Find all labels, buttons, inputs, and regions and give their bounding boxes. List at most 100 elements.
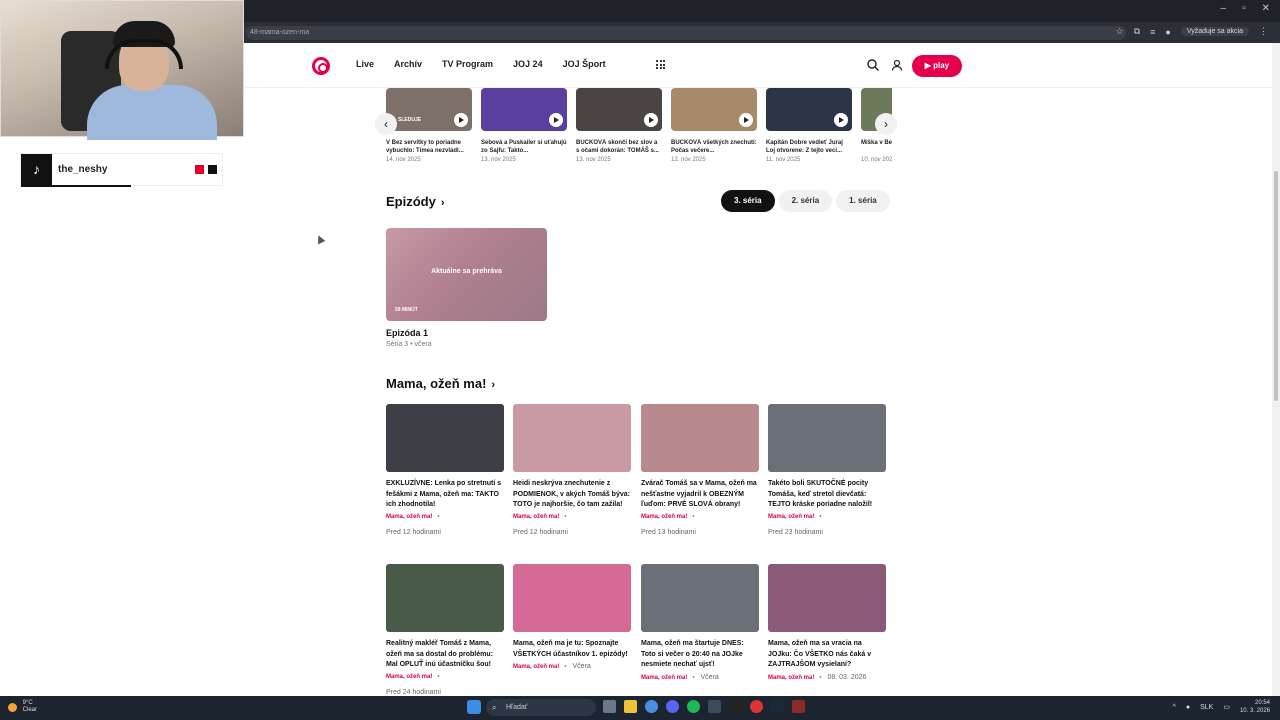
article-tag[interactable]: Mama, ožeň ma! • <box>386 514 504 520</box>
article-title[interactable]: Heidi neskrýva znechutenie z PODMIENOK, … <box>513 479 631 511</box>
app-icon-3[interactable] <box>792 700 805 713</box>
article-thumbnail[interactable] <box>386 564 504 632</box>
article-card[interactable]: Mama, ožeň ma je tu: Spoznajte VŠETKÝCH … <box>513 564 631 670</box>
article-card[interactable]: Realitný makléř Tomáš z Mama, ožeň ma sa… <box>386 564 504 696</box>
article-tag[interactable]: Mama, ožeň ma! • <box>768 514 886 520</box>
nav-tv-program[interactable]: TV Program <box>442 59 493 69</box>
episode-thumbnail[interactable]: Aktuálne sa prehráva 59 MINÚT <box>386 228 547 321</box>
carousel-item[interactable]: Kapitán Dobre vedieť Juraj Loj otvorene:… <box>766 88 852 163</box>
apps-grid-icon[interactable] <box>656 60 665 69</box>
article-thumbnail[interactable] <box>768 564 886 632</box>
joj-play-button[interactable]: ▶ play <box>912 55 962 77</box>
steam-icon[interactable] <box>771 700 784 713</box>
carousel-item[interactable]: SLEDUJE V Bez servítky to poriadne vybuch… <box>386 88 472 163</box>
app-icon-2[interactable] <box>750 700 763 713</box>
language-indicator[interactable]: SLK <box>1200 704 1213 711</box>
extensions-icon[interactable]: ⧉ <box>1134 26 1140 37</box>
article-thumbnail[interactable] <box>641 564 759 632</box>
carousel-thumbnail[interactable] <box>766 88 852 131</box>
carousel-title[interactable]: V Bez servítky to poriadne vybuchlo: Tím… <box>386 139 472 155</box>
article-tag[interactable]: Mama, ožeň ma! • <box>386 674 504 680</box>
carousel-next-button[interactable]: › <box>875 113 897 135</box>
app-icon[interactable] <box>729 700 742 713</box>
carousel-thumbnail[interactable] <box>576 88 662 131</box>
spotify-icon[interactable] <box>687 700 700 713</box>
article-tag[interactable]: Mama, ožeň ma! • Včera <box>513 663 631 670</box>
tab-series-1[interactable]: 1. séria <box>836 190 890 212</box>
carousel-title[interactable]: Kapitán Dobre vedieť Juraj Loj otvorene:… <box>766 139 852 155</box>
nav-live[interactable]: Live <box>356 59 374 69</box>
article-card[interactable]: Takéto boli SKUTOČNÉ pocity Tomáša, keď … <box>768 404 886 536</box>
carousel-thumbnail[interactable] <box>481 88 567 131</box>
profile-avatar[interactable]: ● <box>1165 27 1170 37</box>
obs-icon[interactable] <box>708 700 721 713</box>
show-heading[interactable]: Mama, ožeň ma! › <box>386 376 495 391</box>
carousel-item[interactable]: BUČKOVÁ skončí bez slov a s očami dokorá… <box>576 88 662 163</box>
taskbar-search[interactable]: Hľadať <box>486 699 596 716</box>
file-explorer-icon[interactable] <box>624 700 637 713</box>
article-tag[interactable]: Mama, ožeň ma! • <box>513 514 631 520</box>
user-icon[interactable] <box>890 58 904 72</box>
article-card[interactable]: Zvárač Tomáš sa v Mama, ožeň ma nešťastn… <box>641 404 759 536</box>
search-icon[interactable] <box>866 58 880 72</box>
url-field[interactable]: 48-mama-ozen-ma <box>246 26 1126 40</box>
article-title[interactable]: Mama, ožeň ma štartuje DNES: Toto si več… <box>641 639 759 671</box>
start-icon[interactable] <box>467 700 481 714</box>
play-icon[interactable] <box>454 113 468 127</box>
article-title[interactable]: Mama, ožeň ma je tu: Spoznajte VŠETKÝCH … <box>513 639 631 660</box>
profile-status-badge[interactable]: Vyžaduje sa akcia <box>1180 27 1249 36</box>
chrome-icon[interactable] <box>645 700 658 713</box>
article-card[interactable]: EXKLUZÍVNE: Lenka po stretnutí s fešákmi… <box>386 404 504 536</box>
scrollbar-thumb[interactable] <box>1274 171 1278 401</box>
article-thumbnail[interactable] <box>768 404 886 472</box>
article-thumbnail[interactable] <box>513 564 631 632</box>
joj-logo[interactable] <box>312 57 330 75</box>
close-icon[interactable]: ✕ <box>1262 3 1270 14</box>
carousel-thumbnail[interactable] <box>671 88 757 131</box>
article-card[interactable]: Mama, ožeň ma štartuje DNES: Toto si več… <box>641 564 759 681</box>
nav-archiv[interactable]: Archív <box>394 59 422 69</box>
play-icon[interactable] <box>549 113 563 127</box>
article-title[interactable]: Mama, ožeň ma sa vracia na JOJku: Čo VŠE… <box>768 639 886 671</box>
episode-title[interactable]: Epizóda 1 <box>386 328 547 338</box>
menu-dots-icon[interactable]: ⋮ <box>1259 26 1268 37</box>
maximize-icon[interactable]: ▫ <box>1242 3 1246 14</box>
tray-chevron-icon[interactable]: ^ <box>1173 704 1176 711</box>
article-title[interactable]: Realitný makléř Tomáš z Mama, ožeň ma sa… <box>386 639 504 671</box>
article-title[interactable]: Takéto boli SKUTOČNÉ pocity Tomáša, keď … <box>768 479 886 511</box>
article-title[interactable]: Zvárač Tomáš sa v Mama, ožeň ma nešťastn… <box>641 479 759 511</box>
weather-widget[interactable]: 9°C Clear <box>8 700 37 714</box>
episodes-heading[interactable]: Epizódy › <box>386 194 445 209</box>
carousel-thumbnail[interactable]: SLEDUJE <box>386 88 472 131</box>
article-tag[interactable]: Mama, ožeň ma! • Včera <box>641 674 759 681</box>
task-view-icon[interactable] <box>603 700 616 713</box>
carousel-item[interactable]: Šebová a Puskailer si uťahujú zo Sajfu: … <box>481 88 567 163</box>
article-thumbnail[interactable] <box>386 404 504 472</box>
tab-series-3[interactable]: 3. séria <box>721 190 775 212</box>
article-card[interactable]: Heidi neskrýva znechutenie z PODMIENOK, … <box>513 404 631 536</box>
carousel-title[interactable]: BUČKOVÁ všetkých znechutí: Počas večere.… <box>671 139 757 155</box>
carousel-title[interactable]: BUČKOVÁ skončí bez slov a s očami dokorá… <box>576 139 662 155</box>
article-title[interactable]: EXKLUZÍVNE: Lenka po stretnutí s fešákmi… <box>386 479 504 511</box>
article-thumbnail[interactable] <box>641 404 759 472</box>
play-icon[interactable] <box>739 113 753 127</box>
article-tag[interactable]: Mama, ožeň ma! • 08. 03. 2026 <box>768 674 886 681</box>
carousel-title[interactable]: Šebová a Puskailer si uťahujú zo Sajfu: … <box>481 139 567 155</box>
episode-card[interactable]: Aktuálne sa prehráva 59 MINÚT Epizóda 1 … <box>386 228 547 348</box>
minimize-icon[interactable]: – <box>1221 3 1227 14</box>
article-thumbnail[interactable] <box>513 404 631 472</box>
bookmark-star-icon[interactable]: ☆ <box>1116 26 1124 37</box>
carousel-prev-button[interactable]: ‹ <box>375 113 397 135</box>
article-card[interactable]: Mama, ožeň ma sa vracia na JOJku: Čo VŠE… <box>768 564 886 681</box>
network-icon[interactable]: ▭ <box>1223 703 1230 711</box>
discord-icon[interactable] <box>666 700 679 713</box>
mic-icon[interactable]: ● <box>1186 704 1190 711</box>
play-icon[interactable] <box>644 113 658 127</box>
carousel-item[interactable]: BUČKOVÁ všetkých znechutí: Počas večere.… <box>671 88 757 163</box>
tab-series-2[interactable]: 2. séria <box>778 190 833 212</box>
clock[interactable]: 20:54 10. 3. 2026 <box>1240 699 1270 715</box>
nav-joj-sport[interactable]: JOJ Šport <box>563 59 606 69</box>
media-icon[interactable]: ≡ <box>1150 27 1155 37</box>
play-icon[interactable] <box>834 113 848 127</box>
nav-joj24[interactable]: JOJ 24 <box>513 59 543 69</box>
